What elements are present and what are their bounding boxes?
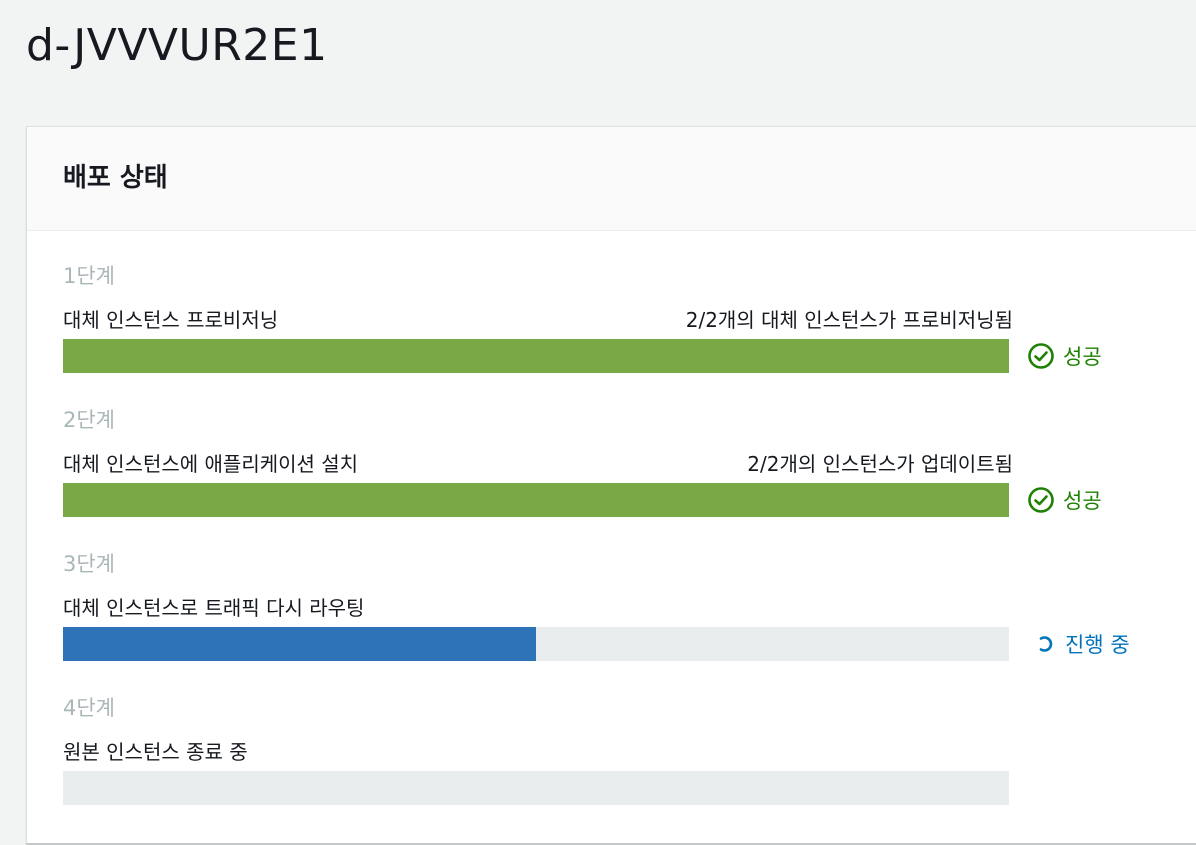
- deployment-status-panel: 배포 상태 1단계 대체 인스턴스 프로비저닝 2/2개의 대체 인스턴스가 프…: [26, 126, 1196, 845]
- progress-bar: [63, 483, 1009, 517]
- step-label: 2단계: [63, 408, 116, 432]
- step-label: 3단계: [63, 552, 116, 576]
- progress-bar-fill: [63, 627, 536, 661]
- step-count: 2/2개의 대체 인스턴스가 프로비저닝됨: [685, 308, 1013, 332]
- check-circle-icon: [1027, 486, 1055, 514]
- progress-bar-fill: [63, 339, 1009, 373]
- step-4: 4단계 원본 인스턴스 종료 중: [63, 693, 1163, 829]
- step-label: 4단계: [63, 696, 116, 720]
- panel-title: 배포 상태: [63, 163, 168, 193]
- progress-bar: [63, 771, 1009, 805]
- step-description: 대체 인스턴스로 트래픽 다시 라우팅: [63, 596, 365, 620]
- status-in-progress: 진행 중: [1027, 627, 1130, 661]
- step-3: 3단계 대체 인스턴스로 트래픽 다시 라우팅 진행 중: [63, 549, 1163, 685]
- check-circle-icon: [1027, 342, 1055, 370]
- step-description: 대체 인스턴스 프로비저닝: [63, 308, 279, 332]
- status-success: 성공: [1027, 339, 1102, 373]
- status-success: 성공: [1027, 483, 1102, 517]
- panel-header: 배포 상태: [27, 127, 1196, 231]
- progress-bar: [63, 339, 1009, 373]
- progress-bar-fill: [63, 483, 1009, 517]
- page-title: d-JVVVUR2E1: [26, 20, 328, 71]
- status-text: 성공: [1063, 489, 1102, 513]
- progress-bar: [63, 627, 1009, 661]
- step-count: 2/2개의 인스턴스가 업데이트됨: [747, 452, 1013, 476]
- status-text: 성공: [1063, 345, 1102, 369]
- step-1: 1단계 대체 인스턴스 프로비저닝 2/2개의 대체 인스턴스가 프로비저닝됨 …: [63, 261, 1163, 397]
- step-description: 원본 인스턴스 종료 중: [63, 740, 248, 764]
- step-2: 2단계 대체 인스턴스에 애플리케이션 설치 2/2개의 인스턴스가 업데이트됨…: [63, 405, 1163, 541]
- step-label: 1단계: [63, 264, 116, 288]
- status-text: 진행 중: [1065, 633, 1130, 657]
- spinner-icon: [1035, 634, 1055, 654]
- step-description: 대체 인스턴스에 애플리케이션 설치: [63, 452, 359, 476]
